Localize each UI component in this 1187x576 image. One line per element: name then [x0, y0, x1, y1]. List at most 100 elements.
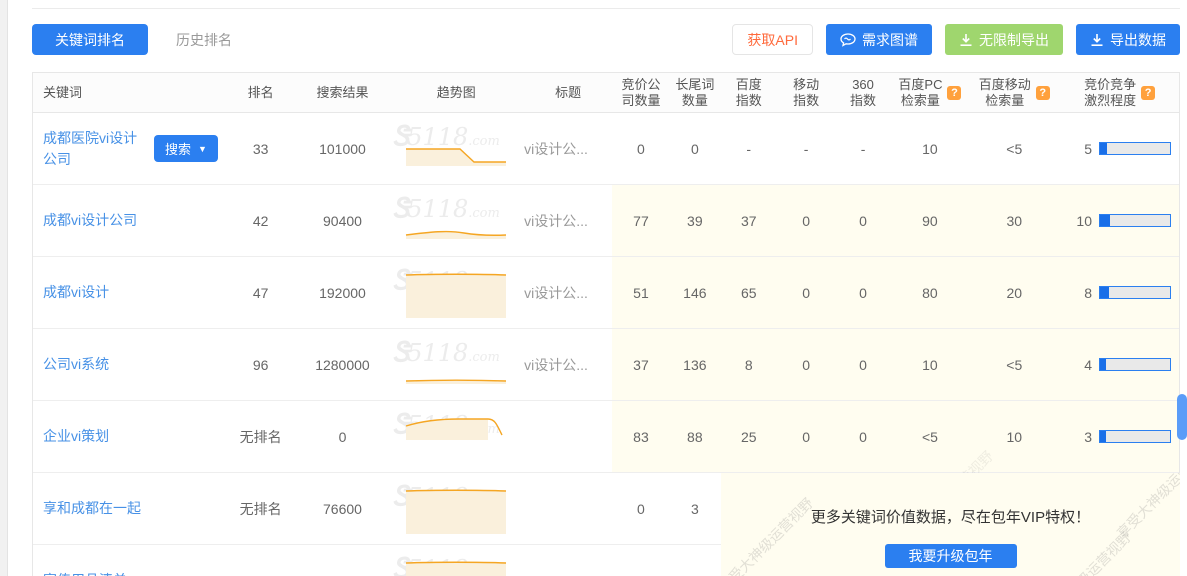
keyword-link[interactable]: 企业vi策划 [43, 426, 109, 447]
baidu-pc-volume-cell: 10 [892, 329, 969, 400]
vip-upsell-overlay: 享受大神级运营视野 享受大神级运营视野 享受大神级运营视野 更多关键词价值数据，… [721, 473, 1180, 576]
longtail-count-cell: 3 [670, 473, 720, 544]
column-header: 长尾词数量 [670, 73, 720, 112]
get-api-button[interactable]: 获取API [732, 24, 813, 55]
360-index-cell: 0 [835, 257, 892, 328]
keyword-link[interactable]: 宣传用品清单 [43, 570, 127, 576]
title-cell [524, 401, 612, 472]
mobile-index-cell: 0 [778, 329, 835, 400]
search-results-cell: 0 [297, 401, 389, 472]
competition-cell: 10 [1060, 185, 1179, 256]
competition-value: 10 [1076, 213, 1092, 229]
help-icon[interactable]: ? [1036, 86, 1050, 100]
mobile-index-cell: 0 [778, 185, 835, 256]
competition-bar [1099, 214, 1171, 227]
export-data-button[interactable]: 导出数据 [1076, 24, 1180, 55]
baidu-index-cell: 25 [720, 401, 778, 472]
mobile-index-cell: - [778, 113, 835, 184]
trend-sparkline [404, 194, 508, 248]
longtail-count-cell: 39 [670, 185, 720, 256]
bid-companies-cell: 37 [612, 329, 670, 400]
title-cell [524, 473, 612, 544]
bid-companies-cell: 77 [612, 185, 670, 256]
column-header-label: 360指数 [850, 77, 876, 109]
trend-chart-cell: Ꮥ5118.com [388, 329, 524, 400]
rank-cell: 47 [225, 257, 297, 328]
baidu-index-cell: - [720, 113, 778, 184]
top-divider [32, 8, 1180, 9]
help-icon[interactable]: ? [1141, 86, 1155, 100]
rank-cell: 无排名 [225, 401, 297, 472]
keyword-link[interactable]: 公司vi系统 [43, 354, 109, 375]
help-icon[interactable]: ? [947, 86, 961, 100]
trend-sparkline [404, 338, 508, 392]
title-cell [524, 545, 612, 576]
bid-companies-cell: 0 [612, 473, 670, 544]
bid-companies-cell: 0 [612, 113, 670, 184]
competition-bar [1099, 358, 1171, 371]
search-results-cell: 76600 [297, 473, 389, 544]
mobile-index-cell: 0 [778, 257, 835, 328]
column-header: 搜索结果 [297, 73, 389, 112]
baidu-index-cell: 65 [720, 257, 778, 328]
competition-bar [1099, 286, 1171, 299]
bid-companies-cell: 83 [612, 401, 670, 472]
column-header-label: 标题 [555, 85, 581, 101]
keyword-rank-table: 关键词排名搜索结果趋势图标题竞价公司数量长尾词数量百度指数移动指数360指数百度… [32, 72, 1180, 576]
download-icon [959, 33, 973, 47]
upgrade-vip-button[interactable]: 我要升级包年 [885, 544, 1017, 568]
column-header: 移动指数 [778, 73, 835, 112]
demand-map-icon [840, 33, 856, 47]
bid-companies-cell [612, 545, 670, 576]
caret-down-icon: ▼ [198, 144, 207, 154]
search-results-cell: 192000 [297, 257, 389, 328]
unlimited-export-button[interactable]: 无限制导出 [945, 24, 1063, 55]
column-header: 百度PC检索量? [892, 73, 969, 112]
column-header-label: 竞价竞争激烈程度 [1084, 77, 1136, 109]
longtail-count-cell: 88 [670, 401, 720, 472]
baidu-mobile-volume-cell: <5 [968, 329, 1060, 400]
keyword-cell: 企业vi策划 [33, 401, 225, 472]
column-header: 百度移动检索量? [968, 73, 1060, 112]
tab-keyword-rank[interactable]: 关键词排名 [32, 24, 148, 55]
keyword-link[interactable]: 成都医院vi设计公司 [43, 128, 142, 170]
360-index-cell: 0 [835, 401, 892, 472]
bid-companies-cell: 51 [612, 257, 670, 328]
column-header-label: 趋势图 [437, 85, 476, 101]
title-cell: vi设计公... [524, 113, 612, 184]
keyword-cell: 宣传用品清单 [33, 545, 225, 576]
keyword-link[interactable]: 享和成都在一起 [43, 498, 141, 519]
demand-map-button[interactable]: 需求图谱 [826, 24, 932, 55]
baidu-pc-volume-cell: <5 [892, 401, 969, 472]
keyword-link[interactable]: 成都vi设计公司 [43, 210, 137, 231]
baidu-index-cell: 8 [720, 329, 778, 400]
scrollbar-thumb[interactable] [1177, 394, 1187, 440]
table-row: 企业vi策划 无排名 0 Ꮥ5118.com 83 88 25 0 0 <5 1… [33, 401, 1179, 473]
rank-cell: 42 [225, 185, 297, 256]
baidu-pc-volume-cell: 80 [892, 257, 969, 328]
baidu-mobile-volume-cell: 30 [968, 185, 1060, 256]
keyword-cell: 成都vi设计 [33, 257, 225, 328]
column-header-label: 长尾词数量 [675, 77, 714, 109]
longtail-count-cell [670, 545, 720, 576]
competition-cell: 5 [1060, 113, 1179, 184]
column-header: 趋势图 [388, 73, 524, 112]
competition-bar [1099, 142, 1171, 155]
trend-sparkline [404, 122, 508, 176]
button-label: 获取API [747, 30, 798, 50]
search-dropdown-button[interactable]: 搜索 ▼ [154, 135, 218, 162]
column-header: 竞价公司数量 [612, 73, 670, 112]
tab-history-rank[interactable]: 历史排名 [162, 24, 246, 55]
keyword-link[interactable]: 成都vi设计 [43, 282, 109, 303]
longtail-count-cell: 0 [670, 113, 720, 184]
column-header: 排名 [225, 73, 297, 112]
trend-sparkline [404, 554, 508, 576]
360-index-cell: 0 [835, 329, 892, 400]
rank-cell: 96 [225, 329, 297, 400]
search-results-cell: 1280000 [297, 329, 389, 400]
trend-sparkline [404, 482, 508, 536]
baidu-mobile-volume-cell: <5 [968, 113, 1060, 184]
rank-cell: 无排名 [225, 473, 297, 544]
trend-chart-cell: Ꮥ5118.com [388, 257, 524, 328]
competition-cell: 4 [1060, 329, 1179, 400]
